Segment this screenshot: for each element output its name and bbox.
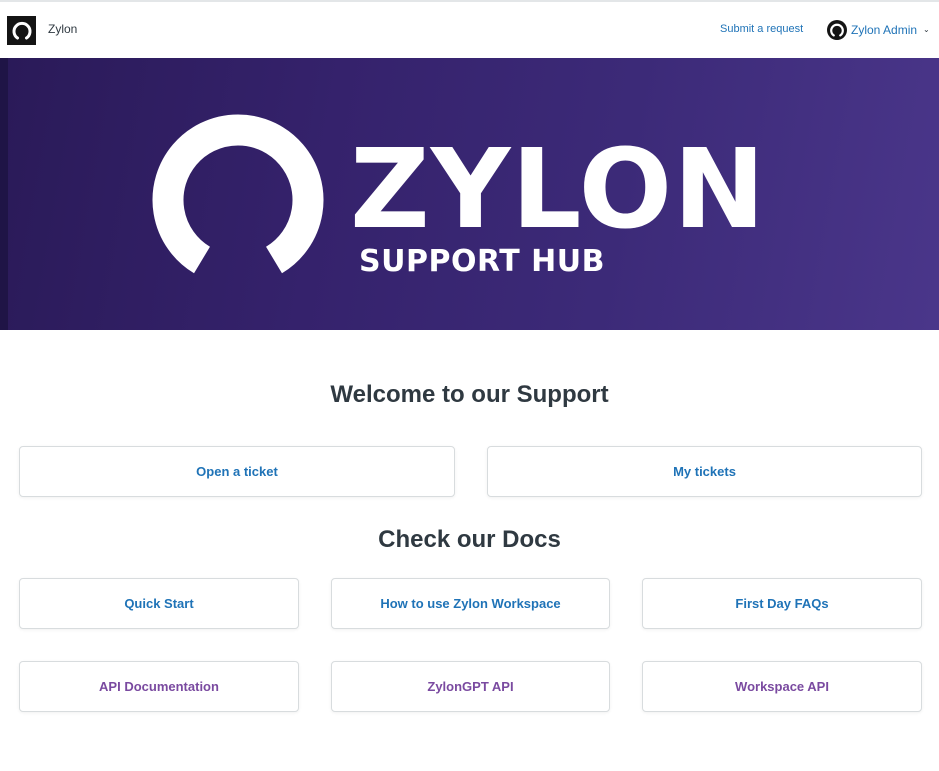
top-navbar: Zylon Submit a request Zylon Admin ⌄ [0, 0, 939, 58]
open-ticket-button[interactable]: Open a ticket [19, 446, 455, 497]
my-tickets-button[interactable]: My tickets [487, 446, 922, 497]
user-name: Zylon Admin [851, 23, 918, 37]
first-day-faqs-card[interactable]: First Day FAQs [642, 578, 922, 629]
quick-start-card[interactable]: Quick Start [19, 578, 299, 629]
avatar [827, 20, 847, 40]
zylon-ring-icon [830, 23, 844, 37]
hero-title: ZYLON [350, 125, 767, 253]
zylon-ring-logo-icon [152, 114, 324, 274]
docs-title: Check our Docs [378, 526, 561, 553]
zylongpt-api-card[interactable]: ZylonGPT API [331, 661, 610, 712]
hero-banner: ZYLON SUPPORT HUB [0, 58, 939, 330]
api-documentation-card[interactable]: API Documentation [19, 661, 299, 712]
chevron-down-icon: ⌄ [923, 25, 930, 34]
user-menu[interactable]: Zylon Admin ⌄ [827, 20, 930, 40]
submit-request-link[interactable]: Submit a request [720, 23, 803, 35]
brand-name[interactable]: Zylon [48, 22, 77, 36]
hero-subtitle: SUPPORT HUB [359, 244, 605, 279]
welcome-title: Welcome to our Support [330, 381, 609, 408]
zylon-workspace-guide-card[interactable]: How to use Zylon Workspace [331, 578, 610, 629]
workspace-api-card[interactable]: Workspace API [642, 661, 922, 712]
brand-logo[interactable] [7, 16, 36, 45]
hero-edge-shadow [0, 58, 8, 330]
zylon-ring-icon [12, 21, 31, 39]
